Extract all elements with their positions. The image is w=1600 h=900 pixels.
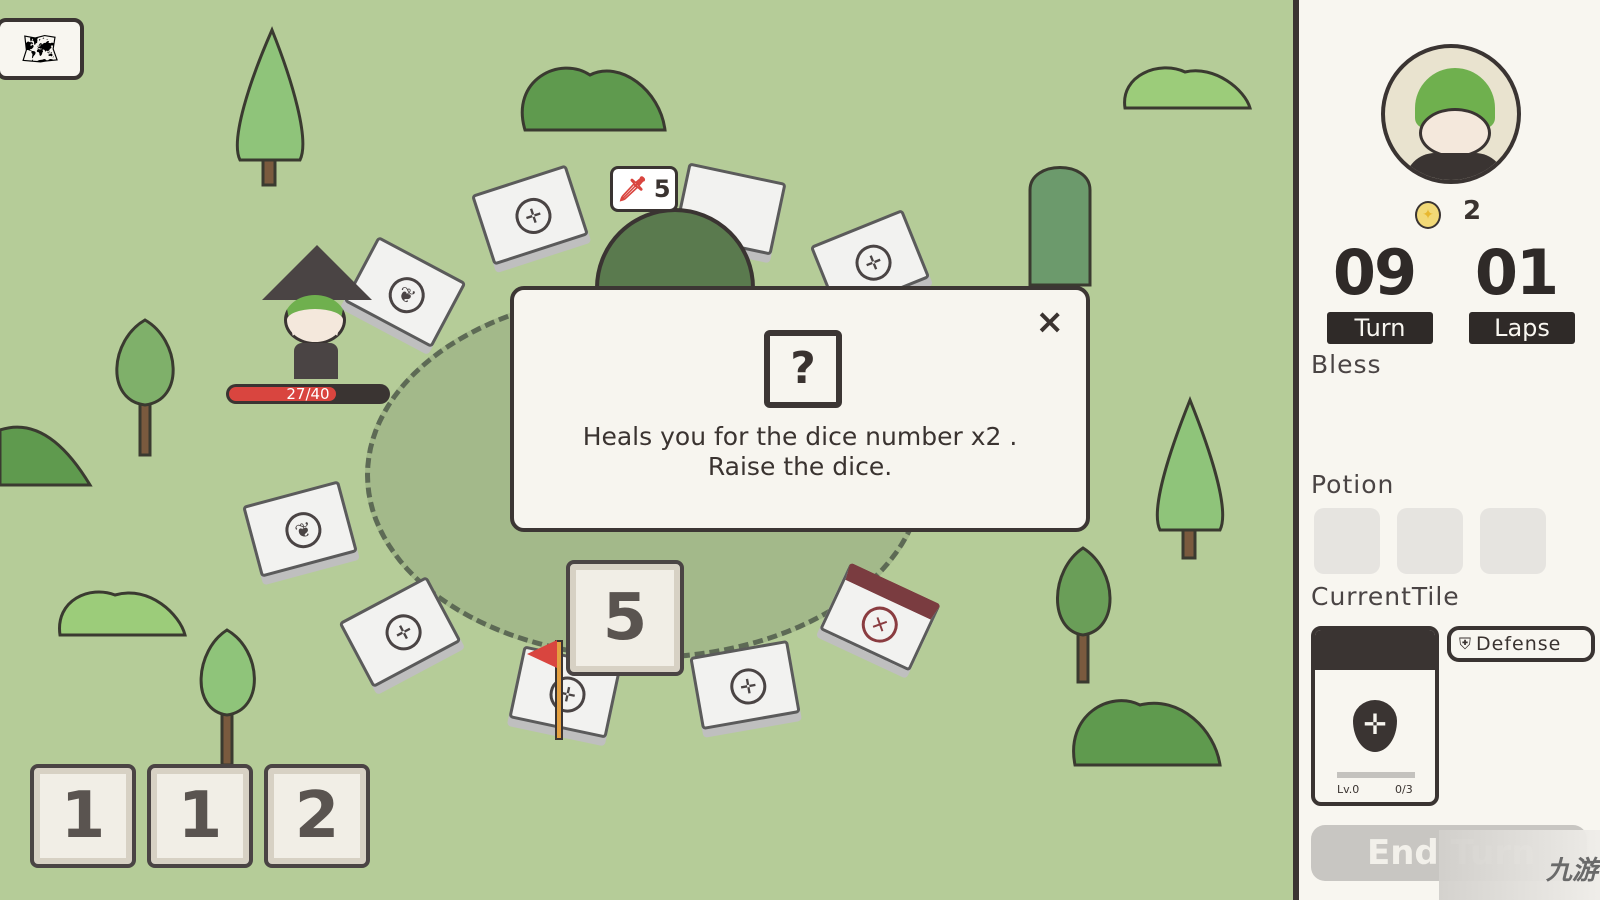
dialog-text-line2: Raise the dice. <box>707 452 893 481</box>
tree-icon <box>199 628 256 717</box>
dice-pool-die[interactable]: 1 <box>30 764 136 868</box>
potion-slot[interactable] <box>1397 508 1463 574</box>
bless-label: Bless <box>1311 350 1382 379</box>
witch-hat <box>262 245 372 300</box>
defense-icon: ✛ <box>510 193 557 239</box>
leaf-icon: ❦ <box>382 270 432 320</box>
side-panel: ✦ 2 09 Turn 01 Laps Bless Potion Current… <box>1293 0 1600 900</box>
tree-icon <box>1056 546 1112 637</box>
defense-icon: ✛ <box>546 673 589 716</box>
tree-icon <box>1028 166 1092 287</box>
potion-slot[interactable] <box>1480 508 1546 574</box>
player-hp-bar: 27/40 <box>226 384 390 404</box>
potion-slot[interactable] <box>1314 508 1380 574</box>
board-die[interactable]: 5 <box>566 560 684 676</box>
coin-icon: ✦ <box>1415 201 1441 229</box>
watermark: 九游 <box>1439 830 1600 900</box>
tree-icon <box>115 318 175 407</box>
dice-pool-die[interactable]: 2 <box>264 764 370 868</box>
dice-pool-die[interactable]: 1 <box>147 764 253 868</box>
bush-icon <box>520 66 667 132</box>
tile-progress: 0/3 <box>1395 783 1413 796</box>
tile-info-dialog: ? × Heals you for the dice number x2 . R… <box>510 286 1090 532</box>
shield-icon: ⛨ <box>1459 634 1473 653</box>
bush-icon <box>1123 66 1252 110</box>
question-block-icon: ? <box>764 330 842 408</box>
tree-icon <box>1155 395 1225 532</box>
current-tile-label: CurrentTile <box>1311 582 1460 611</box>
close-button[interactable]: × <box>1036 302 1065 342</box>
laps-label: Laps <box>1469 312 1575 344</box>
current-tile-card: ✛ Lv.0 0/3 <box>1311 626 1439 806</box>
coin-count: 2 <box>1463 196 1482 226</box>
player-avatar <box>1381 44 1521 184</box>
turn-value: 09 <box>1332 236 1417 309</box>
map-icon: 🗺 <box>20 32 60 66</box>
turn-label: Turn <box>1327 312 1433 344</box>
bush-icon <box>1072 699 1222 767</box>
leaf-icon: ❦ <box>281 508 326 553</box>
bush-icon <box>0 425 93 487</box>
shield-icon: ✛ <box>1353 700 1397 752</box>
potion-label: Potion <box>1311 470 1395 499</box>
attack-icon: ✕ <box>855 600 904 649</box>
defense-icon: ✛ <box>850 239 897 287</box>
dialog-text-line1: Heals you for the dice number x2 . <box>582 422 1018 451</box>
tile-tag-defense: ⛨ Defense <box>1447 626 1595 662</box>
flag-banner <box>527 640 557 668</box>
defense-icon: ✛ <box>727 665 770 708</box>
enemy-attack-badge: 🗡 5 <box>610 166 678 212</box>
bush-icon <box>58 590 187 637</box>
tree-icon <box>235 26 305 162</box>
defense-icon: ✛ <box>379 608 428 657</box>
game-board: 🗺 ✛ ❦ ❦ ✛ ✛ ✛ ✕ ✛ 🗡 5 27/40 5 1 1 2 ? × H… <box>0 0 1293 900</box>
tile-progress-bar <box>1337 772 1415 778</box>
map-button[interactable]: 🗺 <box>0 18 84 80</box>
player-character[interactable] <box>262 245 372 380</box>
tile-level: Lv.0 <box>1337 783 1360 796</box>
sword-icon: 🗡 <box>617 175 648 203</box>
laps-value: 01 <box>1474 236 1559 309</box>
